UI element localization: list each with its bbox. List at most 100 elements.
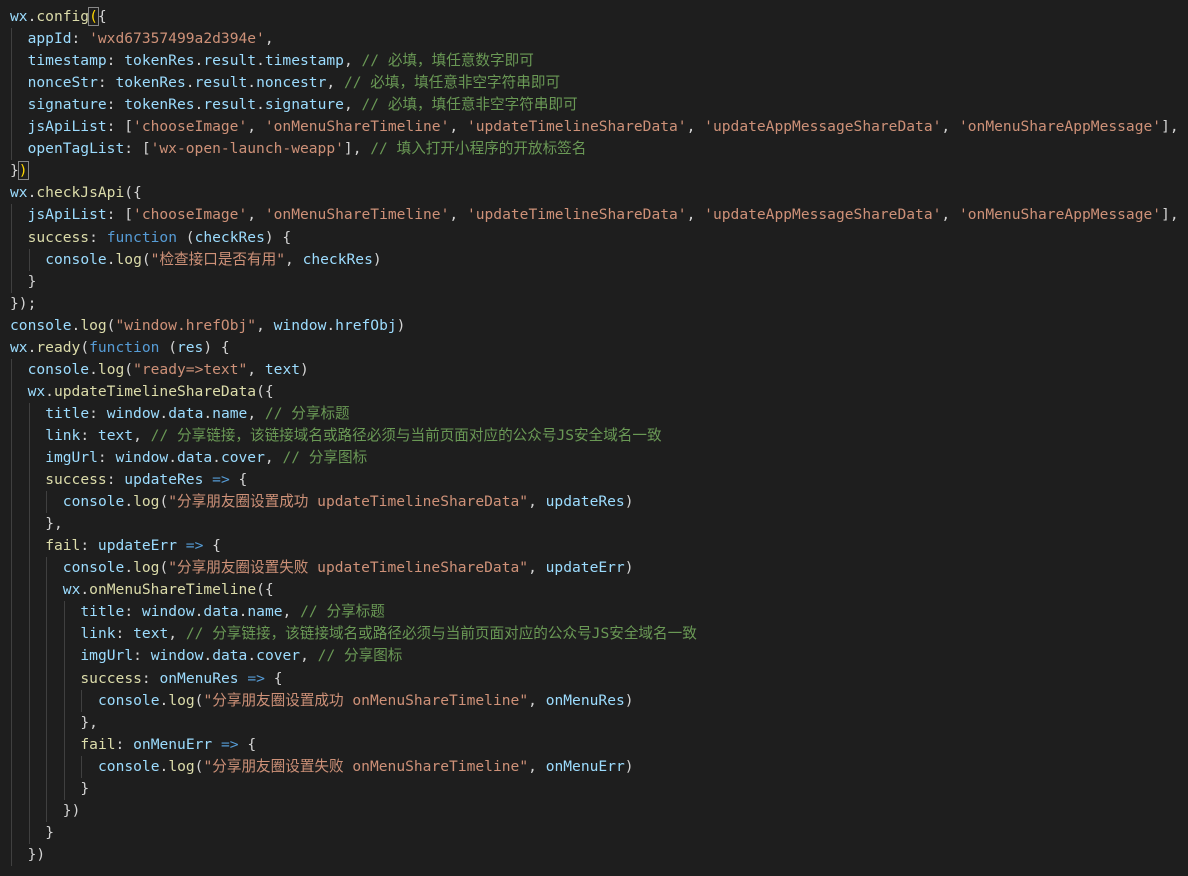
code-token: ],	[1161, 206, 1179, 224]
code-line[interactable]: })	[63, 800, 81, 822]
code-token: wx	[10, 8, 28, 25]
code-line[interactable]: console.log("分享朋友圈设置成功 onMenuShareTimeli…	[98, 690, 634, 712]
code-token: )	[372, 250, 382, 268]
code-token: cover	[220, 449, 265, 466]
code-token: log	[97, 360, 125, 378]
code-line[interactable]: },	[45, 513, 63, 535]
code-line[interactable]: link: text, // 分享链接，该链接域名或路径必须与当前页面对应的公众…	[45, 425, 661, 447]
code-editor[interactable]: wx.config({appId: 'wxd67357499a2d394e', t…	[0, 0, 1188, 876]
code-token: updateErr	[97, 537, 177, 555]
code-token: // 必填，填任意非空字符串即可	[343, 74, 561, 92]
code-token: ,	[264, 30, 274, 48]
code-line[interactable]: nonceStr: tokenRes.result.noncestr, // 必…	[28, 72, 560, 94]
code-line[interactable]: jsApiList: ['chooseImage', 'onMenuShareT…	[28, 116, 1179, 138]
code-token: :	[106, 471, 125, 489]
code-token: 'chooseImage'	[133, 206, 248, 224]
code-line[interactable]: title: window.data.name, // 分享标题	[80, 601, 384, 623]
code-token: .	[247, 647, 257, 665]
code-token: console	[45, 250, 107, 268]
code-line[interactable]: signature: tokenRes.result.signature, //…	[28, 94, 578, 116]
code-token: checkRes	[194, 228, 265, 246]
code-line[interactable]: wx.onMenuShareTimeline({	[63, 579, 274, 601]
code-line[interactable]: });	[10, 293, 36, 315]
code-token: {	[203, 537, 221, 555]
code-line[interactable]: appId: 'wxd67357499a2d394e',	[28, 28, 274, 50]
code-token: 'updateAppMessageShareData'	[704, 118, 942, 136]
code-token: : [	[106, 118, 134, 136]
code-token: ,	[528, 757, 546, 775]
code-token: updateTimelineShareData	[53, 382, 257, 400]
code-token: }	[10, 162, 19, 180]
code-token: window	[273, 316, 327, 334]
code-token: 'updateTimelineShareData'	[466, 206, 687, 224]
indent-guide	[28, 248, 30, 271]
code-line[interactable]: jsApiList: ['chooseImage', 'onMenuShareT…	[28, 204, 1179, 226]
code-line[interactable]: console.log("分享朋友圈设置成功 updateTimelineSha…	[63, 491, 634, 513]
code-line[interactable]: })	[10, 160, 29, 182]
code-token: :	[80, 426, 98, 444]
code-token: noncestr	[256, 74, 327, 92]
code-line[interactable]: wx.updateTimelineShareData({	[28, 381, 274, 403]
code-token: // 分享图标	[317, 647, 403, 665]
code-token: }	[80, 779, 90, 797]
code-line[interactable]: imgUrl: window.data.cover, // 分享图标	[45, 447, 367, 469]
code-token: .	[168, 449, 177, 466]
code-token: window	[115, 449, 169, 466]
code-token: console	[98, 691, 160, 709]
code-token: :	[97, 74, 116, 92]
code-line[interactable]: fail: onMenuErr => {	[80, 734, 256, 756]
code-token: .	[124, 493, 134, 511]
code-token: title	[45, 404, 90, 422]
code-line[interactable]: console.log("检查接口是否有用", checkRes)	[45, 249, 381, 271]
code-token: text	[264, 360, 301, 378]
code-line[interactable]: }	[28, 271, 37, 293]
code-line[interactable]: timestamp: tokenRes.result.timestamp, //…	[28, 50, 534, 72]
code-token: },	[80, 713, 98, 731]
code-token: ,	[528, 493, 546, 511]
code-token: (	[88, 7, 99, 26]
code-line[interactable]: imgUrl: window.data.cover, // 分享图标	[80, 645, 402, 667]
code-token: // 分享标题	[264, 404, 350, 422]
code-token: })	[27, 845, 46, 863]
code-token: 'updateTimelineShareData'	[466, 118, 687, 136]
code-line[interactable]: wx.checkJsApi({	[10, 182, 142, 204]
code-token: .	[203, 404, 213, 422]
indent-guide	[46, 491, 48, 514]
indent-guide	[63, 601, 65, 800]
code-line[interactable]: success: updateRes => {	[45, 469, 247, 491]
code-token: checkRes	[302, 250, 373, 268]
code-token: :	[106, 96, 125, 114]
code-line[interactable]: console.log("分享朋友圈设置失败 onMenuShareTimeli…	[98, 756, 634, 778]
code-line[interactable]: })	[28, 844, 46, 866]
code-line[interactable]: title: window.data.name, // 分享标题	[45, 403, 349, 425]
code-token: )	[624, 691, 634, 709]
code-token: :	[124, 603, 142, 621]
code-token: : [	[124, 140, 151, 158]
code-line[interactable]: console.log("ready=>text", text)	[28, 359, 309, 381]
code-token: imgUrl	[45, 449, 98, 466]
code-line[interactable]: wx.config({	[10, 6, 107, 28]
code-line[interactable]: success: onMenuRes => {	[80, 668, 282, 690]
code-token: )	[624, 757, 634, 775]
code-token: .	[80, 581, 90, 599]
code-line[interactable]: wx.ready(function (res) {	[10, 337, 230, 359]
code-line[interactable]: },	[80, 712, 98, 734]
code-token: }	[27, 272, 37, 290]
code-line[interactable]: success: function (checkRes) {	[28, 227, 292, 249]
code-line[interactable]: }	[80, 778, 89, 800]
code-token: title	[80, 603, 125, 621]
code-line[interactable]: console.log("分享朋友圈设置失败 updateTimelineSha…	[63, 557, 634, 579]
code-line[interactable]: fail: updateErr => {	[45, 535, 221, 557]
code-token: ,	[168, 625, 186, 643]
code-line[interactable]: openTagList: ['wx-open-launch-weapp'], /…	[28, 138, 587, 160]
code-token: function	[106, 228, 177, 246]
code-token: console	[27, 360, 90, 378]
code-token: tokenRes	[124, 52, 195, 70]
code-line[interactable]: link: text, // 分享链接，该链接域名或路径必须与当前页面对应的公众…	[80, 623, 696, 645]
code-token: .	[45, 382, 54, 400]
code-line[interactable]: }	[45, 822, 54, 844]
code-token: }	[45, 823, 54, 841]
code-token: {	[229, 471, 248, 489]
code-line[interactable]: console.log("window.hrefObj", window.hre…	[10, 315, 405, 337]
